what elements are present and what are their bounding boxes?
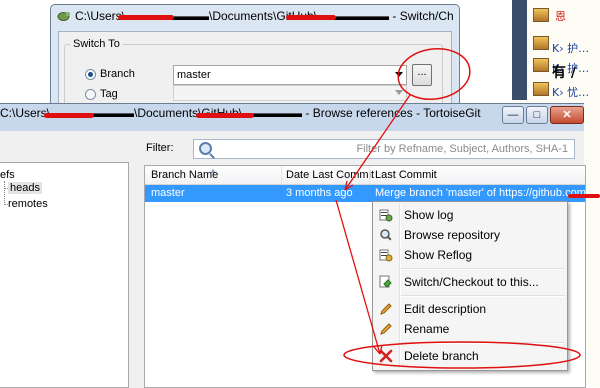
filter-input[interactable]: Filter by Refname, Subject, Authors, SHA… [193,139,575,159]
pencil-icon [380,303,392,315]
menu-item-show-log[interactable]: Show log [373,205,567,225]
chevron-down-icon [395,72,403,77]
thumbnail-icon [533,82,549,96]
filter-label: Filter: [146,142,174,154]
redaction-mark [118,15,174,20]
maximize-button[interactable]: □ [526,106,548,124]
branch-radio[interactable] [85,69,96,80]
background-link[interactable]: K› 忧… [552,84,589,100]
maximize-icon: □ [533,109,541,121]
minimize-button[interactable]: — [502,106,524,124]
branch-name-cell: master [151,187,185,199]
background-sidebar-strip [512,0,527,100]
switch-dialog-body: Switch To Branch master ... Tag [58,31,452,136]
branch-combobox-value: master [177,69,211,81]
menu-item-label: Delete branch [404,349,479,363]
background-link[interactable]: K› 护… [552,40,589,56]
delete-x-icon [379,349,393,363]
redaction-mark [568,194,600,198]
menu-item-show-reflog[interactable]: Show Reflog [373,245,567,265]
background-text: 恩 [555,10,566,23]
column-branch-name[interactable]: Branch Name [151,169,218,181]
tag-combobox[interactable] [173,85,407,101]
column-date-last-commit[interactable]: Date Last Commit [286,169,374,181]
browse-repository-icon [380,229,392,241]
menu-item-label: Switch/Checkout to this... [404,275,539,289]
date-last-commit-cell: 3 months ago [286,187,353,199]
menu-separator [401,342,565,344]
tree-root-refs[interactable]: efs [0,169,15,181]
refs-tree[interactable]: efs heads remotes [0,162,129,388]
menu-item-rename[interactable]: Rename [373,319,567,339]
pencil-icon [380,323,392,335]
close-button[interactable]: ✕ [550,106,584,124]
menu-item-label: Browse repository [404,228,501,242]
switch-checkout-dialog: C:\Users\▬▬▬▬▬▬▬\Documents\GitHub\▬▬▬▬▬▬… [50,4,460,136]
menu-separator [401,268,565,270]
last-commit-cell: Merge branch 'master' of https://github.… [375,187,589,199]
thumbnail-icon [533,8,549,22]
branch-radio-label[interactable]: Branch [100,68,135,80]
tag-radio[interactable] [85,89,96,100]
list-header: ▲ Branch Name Date Last Commit Last Comm… [145,166,585,185]
branch-combobox[interactable]: master [173,65,407,85]
menu-item-browse-repository[interactable]: Browse repository [373,225,567,245]
menu-separator [401,295,565,297]
column-last-commit[interactable]: Last Commit [375,169,437,181]
menu-item-label: Rename [404,322,450,336]
show-log-icon [379,209,393,222]
thumbnail-icon [533,58,549,72]
tree-item-heads[interactable]: heads [8,182,42,194]
thumbnail-icon [533,36,549,50]
redaction-mark [286,15,336,20]
column-divider[interactable] [281,166,282,184]
chevron-down-icon [395,90,403,95]
tortoisegit-icon [57,12,70,21]
redaction-mark [196,113,254,118]
branch-context-menu: Show log Browse repository Show Reflog S… [372,201,568,371]
tree-item-remotes[interactable]: remotes [8,198,48,210]
browse-refs-button[interactable]: ... [412,64,432,86]
column-divider[interactable] [369,166,370,184]
menu-item-label: Edit description [404,302,487,316]
switch-to-label: Switch To [70,38,123,50]
menu-item-label: Show Reflog [404,248,473,262]
menu-item-label: Show log [404,208,454,222]
reflog-icon [379,249,393,262]
close-icon: ✕ [562,109,572,121]
redaction-mark [44,113,94,118]
switch-checkout-icon [379,275,392,288]
background-heading: 有 / [552,65,576,81]
tag-radio-label[interactable]: Tag [100,88,118,100]
tree-line [4,181,5,205]
menu-item-delete-branch[interactable]: Delete branch [373,346,567,366]
table-row[interactable]: master 3 months ago Merge branch 'master… [145,185,589,202]
filter-placeholder: Filter by Refname, Subject, Authors, SHA… [356,143,568,155]
switch-dialog-titlebar: C:\Users\▬▬▬▬▬▬▬\Documents\GitHub\▬▬▬▬▬▬… [57,9,453,27]
menu-item-edit-description[interactable]: Edit description [373,299,567,319]
menu-item-switch-checkout[interactable]: Switch/Checkout to this... [373,272,567,292]
minimize-icon: — [507,109,519,121]
